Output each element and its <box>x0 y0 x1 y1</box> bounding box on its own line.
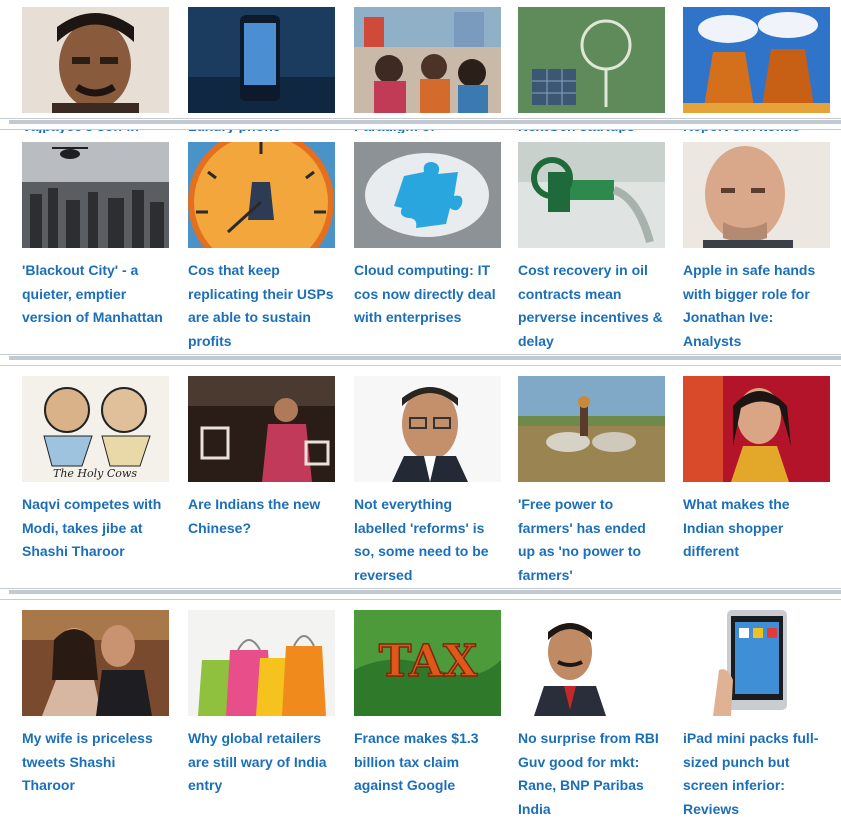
news-headline[interactable]: 'Free power to farmers' has ended up as … <box>518 493 665 587</box>
thumbnail-clock[interactable] <box>188 142 335 248</box>
news-headline[interactable]: Naqvi competes with Modi, takes jibe at … <box>22 493 169 564</box>
news-headline[interactable]: No surprise from RBI Guv good for mkt: R… <box>518 727 665 821</box>
news-headline[interactable]: iPad mini packs full-sized punch but scr… <box>683 727 830 821</box>
news-headline[interactable]: Why global retailers are still wary of I… <box>188 727 335 798</box>
news-headline[interactable]: France makes $1.3 billion tax claim agai… <box>354 727 501 798</box>
cartoon-caption: The Holy Cows <box>53 467 137 480</box>
thumbnail-shopping-bags[interactable] <box>188 610 335 716</box>
thumbnail-farmer-oxen[interactable] <box>518 376 665 482</box>
news-headline[interactable]: My wife is priceless tweets Shashi Tharo… <box>22 727 169 798</box>
news-headline[interactable]: Not everything labelled 'reforms' is so,… <box>354 493 501 587</box>
thumbnail-tablet[interactable] <box>683 610 830 716</box>
news-headline[interactable]: Cloud computing: IT cos now directly dea… <box>354 259 501 330</box>
news-headline[interactable]: What makes the Indian shopper different <box>683 493 830 564</box>
thumbnail-couple[interactable] <box>22 610 169 716</box>
row-separator <box>0 588 841 600</box>
row-separator <box>0 354 841 366</box>
thumbnail-cooling-towers[interactable] <box>683 7 830 113</box>
row-separator <box>0 118 841 130</box>
thumbnail-portrait-suit-man[interactable] <box>518 610 665 716</box>
thumbnail-market-crowd[interactable] <box>354 7 501 113</box>
thumbnail-puzzle-piece[interactable] <box>354 142 501 248</box>
thumbnail-portrait-bald-man[interactable] <box>683 142 830 248</box>
news-headline[interactable]: Apple in safe hands with bigger role for… <box>683 259 830 353</box>
tax-text: TAX <box>379 636 478 687</box>
thumbnail-smartphone[interactable] <box>188 7 335 113</box>
thumbnail-portrait-man[interactable] <box>22 7 169 113</box>
thumbnail-oil-tap[interactable] <box>518 142 665 248</box>
thumbnail-portrait-glasses-man[interactable] <box>354 376 501 482</box>
thumbnail-tax-letters[interactable]: TAX <box>354 610 501 716</box>
thumbnail-woman-shopper[interactable] <box>683 376 830 482</box>
thumbnail-city-helicopter[interactable] <box>22 142 169 248</box>
thumbnail-cartoon[interactable]: The Holy Cows <box>22 376 169 482</box>
news-headline[interactable]: Cost recovery in oil contracts mean perv… <box>518 259 665 353</box>
news-headline[interactable]: Cos that keep replicating their USPs are… <box>188 259 335 353</box>
thumbnail-chalkboard-tree[interactable] <box>518 7 665 113</box>
news-headline[interactable]: 'Blackout City' - a quieter, emptier ver… <box>22 259 169 330</box>
news-headline[interactable]: Are Indians the new Chinese? <box>188 493 335 540</box>
thumbnail-street-shoppers[interactable] <box>188 376 335 482</box>
